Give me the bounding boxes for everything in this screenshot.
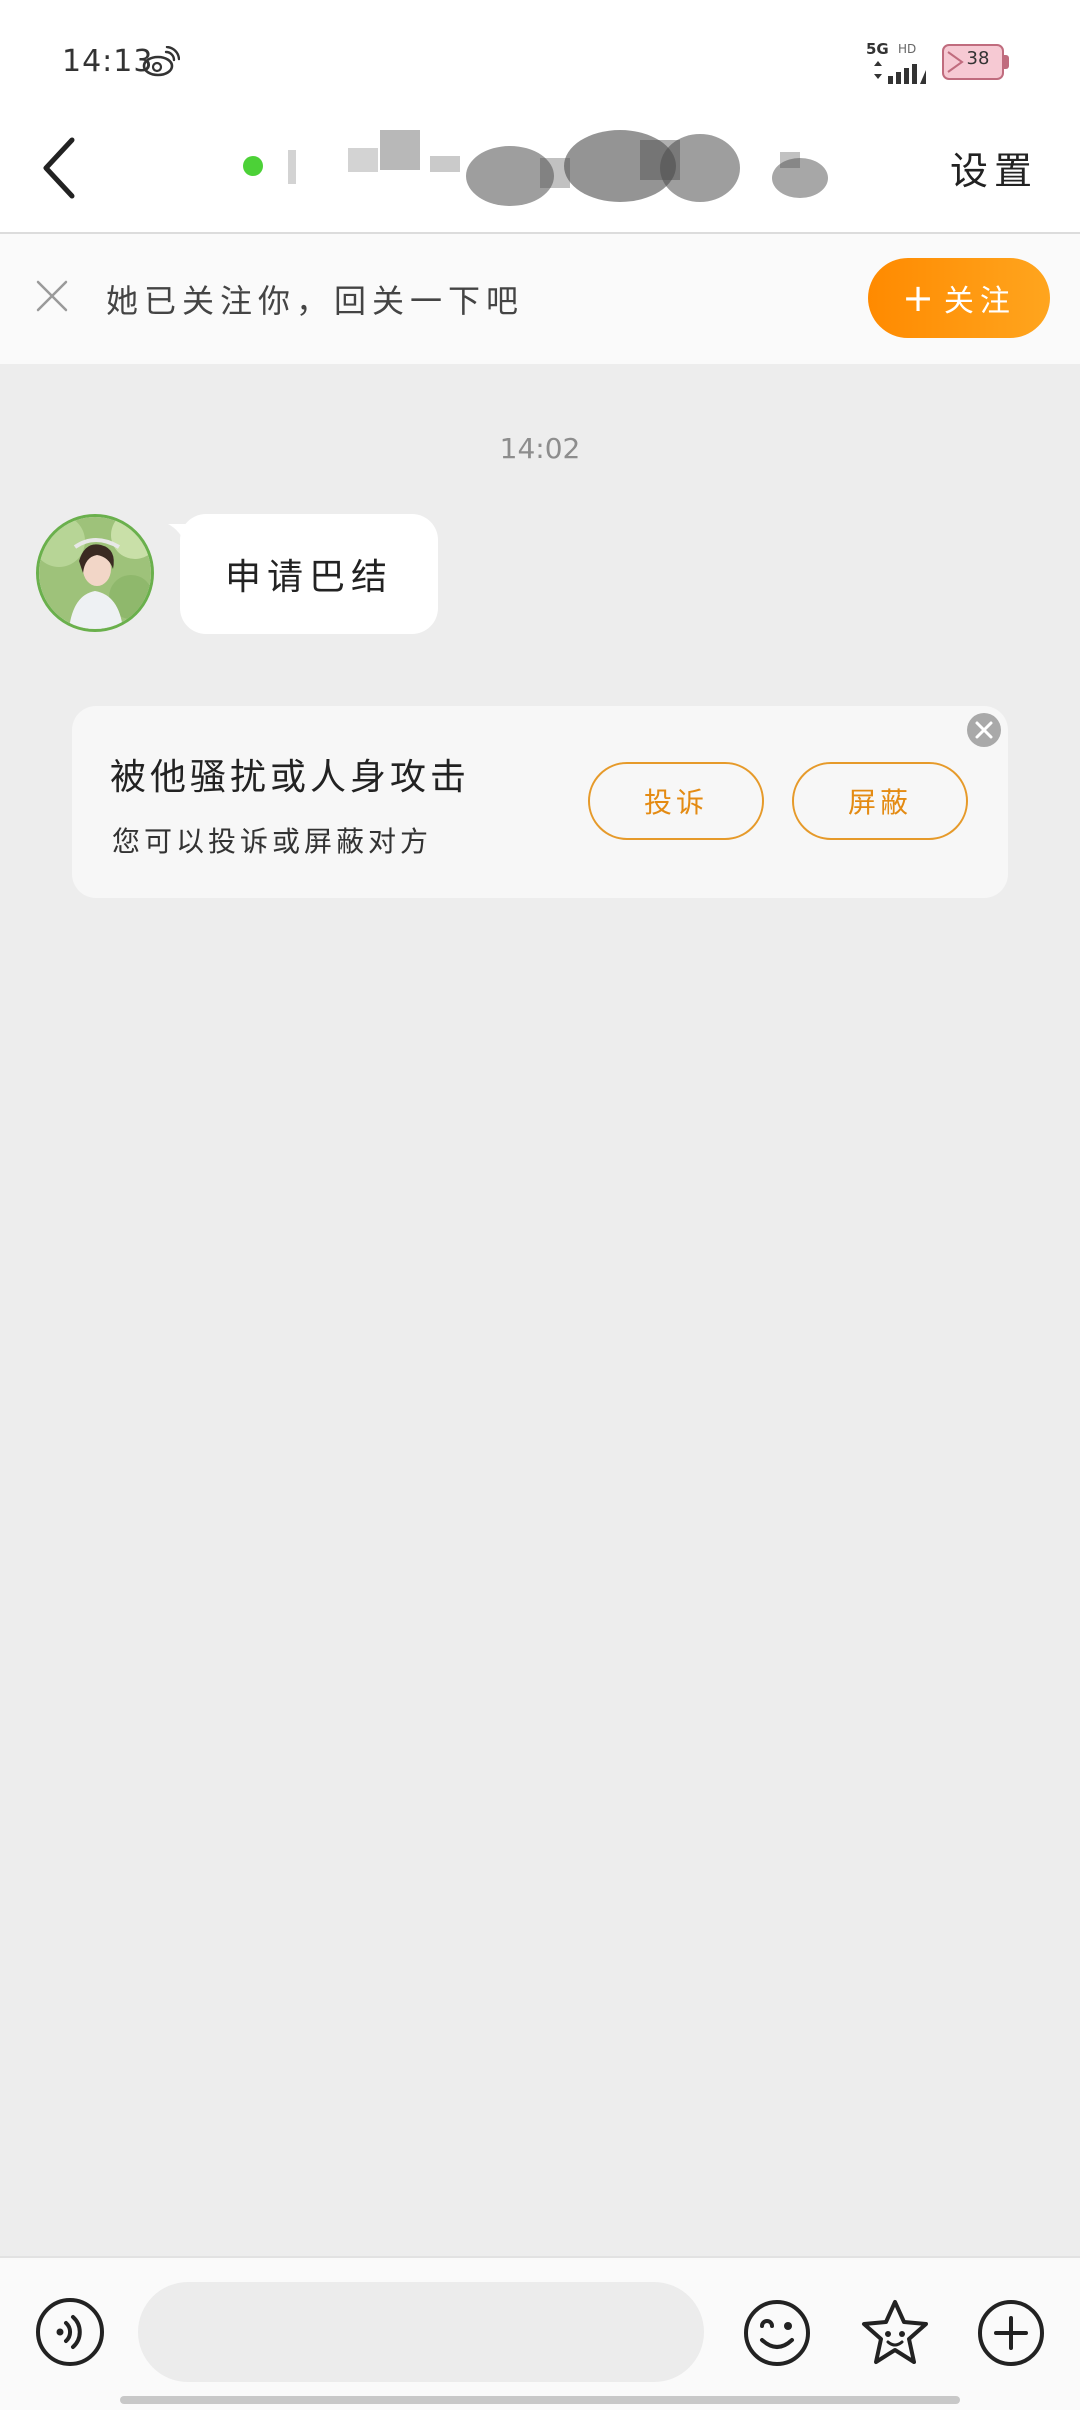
report-card-subtitle: 您可以投诉或屏蔽对方 [112,825,433,858]
avatar[interactable] [36,514,154,632]
online-status-dot [243,156,263,176]
sticker-icon[interactable] [858,2296,932,2370]
home-indicator[interactable] [120,2396,960,2404]
close-circle-icon[interactable] [966,712,1002,748]
block-button[interactable]: 屏蔽 [792,762,968,840]
message-bubble[interactable]: 申请巴结 [180,514,438,634]
emoji-icon[interactable] [742,2298,812,2368]
report-card-title: 被他骚扰或人身攻击 [110,757,471,798]
weibo-icon [142,46,180,77]
status-time: 14:13 [62,44,154,79]
battery-tip [1004,55,1009,69]
plus-icon: + [902,276,934,320]
settings-button[interactable]: 设置 [950,140,1038,195]
message-timestamp: 14:02 [499,432,581,465]
obscured-username [288,130,828,206]
signal-icon [874,61,926,84]
avatar-image [39,517,151,629]
chevron-left-icon[interactable] [36,128,84,208]
follow-back-text: 她已关注你，回关一下吧 [106,282,525,320]
network-type: 5G [866,40,889,58]
battery-level: 38 [966,48,990,69]
message-input[interactable] [138,2282,704,2382]
voice-icon[interactable] [34,2296,106,2368]
complain-button[interactable]: 投诉 [588,762,764,840]
follow-button[interactable]: + 关注 [868,258,1050,338]
plus-circle-icon[interactable] [976,2298,1046,2368]
follow-button-label: 关注 [943,284,1016,319]
hd-label: HD [898,42,917,56]
close-icon[interactable] [34,278,70,314]
